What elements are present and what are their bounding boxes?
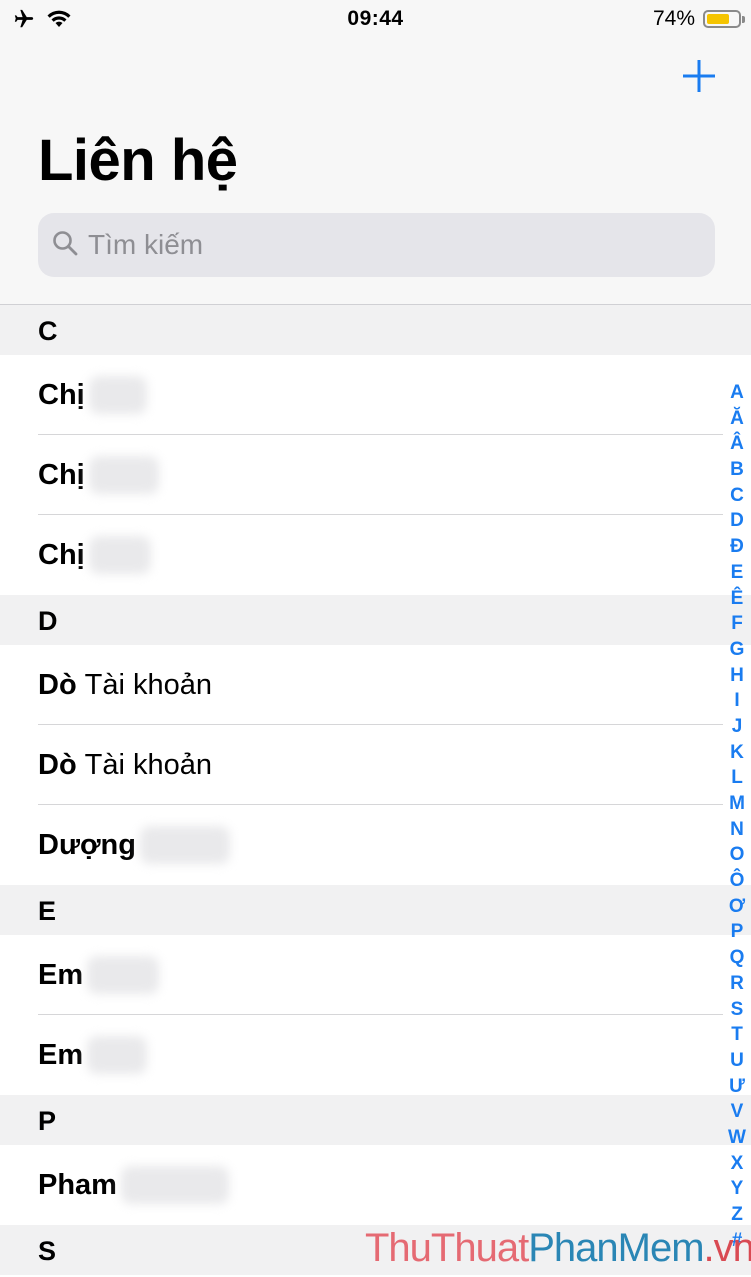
index-letter[interactable]: R [730, 971, 744, 997]
watermark-part-2: PhanMem [528, 1226, 704, 1270]
section-header-d: D [0, 595, 751, 645]
index-letter[interactable]: P [731, 919, 744, 945]
watermark: ThuThuatPhanMem.vn [365, 1226, 751, 1276]
index-letter[interactable]: B [730, 457, 744, 483]
section-index[interactable]: A Ă Â B C D Đ E Ê F G H I J K L M N O Ô Ơ P Q R S T U Ư V W X Y Z # [723, 380, 751, 1253]
contact-row[interactable]: Pham [0, 1145, 751, 1225]
battery-percent: 74% [652, 7, 695, 30]
section-header-e: E [0, 885, 751, 935]
index-letter[interactable]: S [731, 997, 744, 1023]
index-letter[interactable]: Y [731, 1176, 744, 1202]
navigation-header: 09:44 74% Liên hệ [0, 0, 751, 305]
index-letter[interactable]: M [729, 791, 745, 817]
contact-last-name: Tài khoản [84, 668, 213, 701]
redacted-name [87, 1036, 148, 1074]
index-letter[interactable]: T [731, 1022, 743, 1048]
battery-tip [742, 16, 745, 23]
index-letter[interactable]: Ô [730, 868, 745, 894]
contact-last-name: Tài khoản [84, 748, 213, 781]
contact-first-name: Dò [38, 668, 77, 701]
index-letter[interactable]: K [730, 740, 744, 766]
redacted-name [120, 1166, 229, 1204]
page-title: Liên hệ [38, 128, 238, 193]
contact-row[interactable]: Dò Tài khoản [0, 645, 751, 725]
contact-row[interactable]: Em [0, 1015, 751, 1095]
index-letter[interactable]: Ă [730, 406, 744, 432]
contact-row[interactable]: Em [0, 935, 751, 1015]
index-letter[interactable]: J [732, 714, 743, 740]
index-letter[interactable]: Ư [729, 1074, 745, 1100]
index-letter[interactable]: L [731, 765, 743, 791]
search-icon [52, 230, 78, 261]
index-letter[interactable]: Đ [730, 534, 744, 560]
index-letter[interactable]: X [731, 1151, 744, 1177]
watermark-part-1: ThuThuat [365, 1226, 529, 1270]
index-letter[interactable]: H [730, 663, 744, 689]
battery-fill [707, 14, 730, 24]
contact-first-name: Chị [38, 458, 85, 491]
contact-row[interactable]: Chị [0, 355, 751, 435]
section-header-p: P [0, 1095, 751, 1145]
search-bar[interactable] [38, 213, 715, 277]
contact-list: C Chị Chị Chị D Dò Tài khoản Dò Tài khoả… [0, 305, 751, 1275]
contact-row[interactable]: Dò Tài khoản [0, 725, 751, 805]
contact-first-name: Chị [38, 378, 85, 411]
index-letter[interactable]: Q [730, 945, 745, 971]
contact-first-name: Dò [38, 748, 77, 781]
index-letter[interactable]: D [730, 508, 744, 534]
contact-first-name: Em [38, 1038, 84, 1071]
contact-row[interactable]: Chị [0, 435, 751, 515]
search-input[interactable] [88, 229, 648, 261]
status-time: 09:44 [347, 7, 404, 30]
status-right: 74% [652, 7, 745, 31]
status-bar: 09:44 74% [0, 0, 751, 40]
redacted-name [88, 536, 151, 574]
index-letter[interactable]: U [730, 1048, 744, 1074]
contact-row[interactable]: Dượng [0, 805, 751, 885]
index-letter[interactable]: I [734, 688, 739, 714]
index-letter[interactable]: G [730, 637, 745, 663]
contact-first-name: Pham [38, 1168, 117, 1201]
plus-icon [683, 60, 715, 92]
battery-icon [703, 10, 745, 28]
index-letter[interactable]: W [728, 1125, 746, 1151]
index-letter[interactable]: A [730, 380, 744, 406]
contact-row[interactable]: Chị [0, 515, 751, 595]
add-contact-button[interactable] [681, 58, 717, 94]
contact-first-name: Em [38, 958, 84, 991]
redacted-name [88, 456, 159, 494]
index-letter[interactable]: O [730, 842, 745, 868]
contact-first-name: Chị [38, 538, 85, 571]
redacted-name [87, 956, 160, 994]
contact-first-name: Dượng [38, 828, 136, 861]
index-letter[interactable]: Z [731, 1202, 743, 1228]
index-letter[interactable]: Ơ [729, 894, 745, 920]
index-letter[interactable]: C [730, 483, 744, 509]
index-letter[interactable]: E [731, 560, 744, 586]
index-letter[interactable]: V [731, 1099, 744, 1125]
index-letter[interactable]: Ê [731, 586, 744, 612]
index-letter[interactable]: N [730, 817, 744, 843]
index-letter[interactable]: Â [730, 431, 744, 457]
watermark-part-3: .vn [703, 1226, 751, 1270]
index-letter[interactable]: F [731, 611, 743, 637]
section-header-c: C [0, 305, 751, 355]
redacted-name [140, 826, 230, 864]
redacted-name [88, 376, 147, 414]
